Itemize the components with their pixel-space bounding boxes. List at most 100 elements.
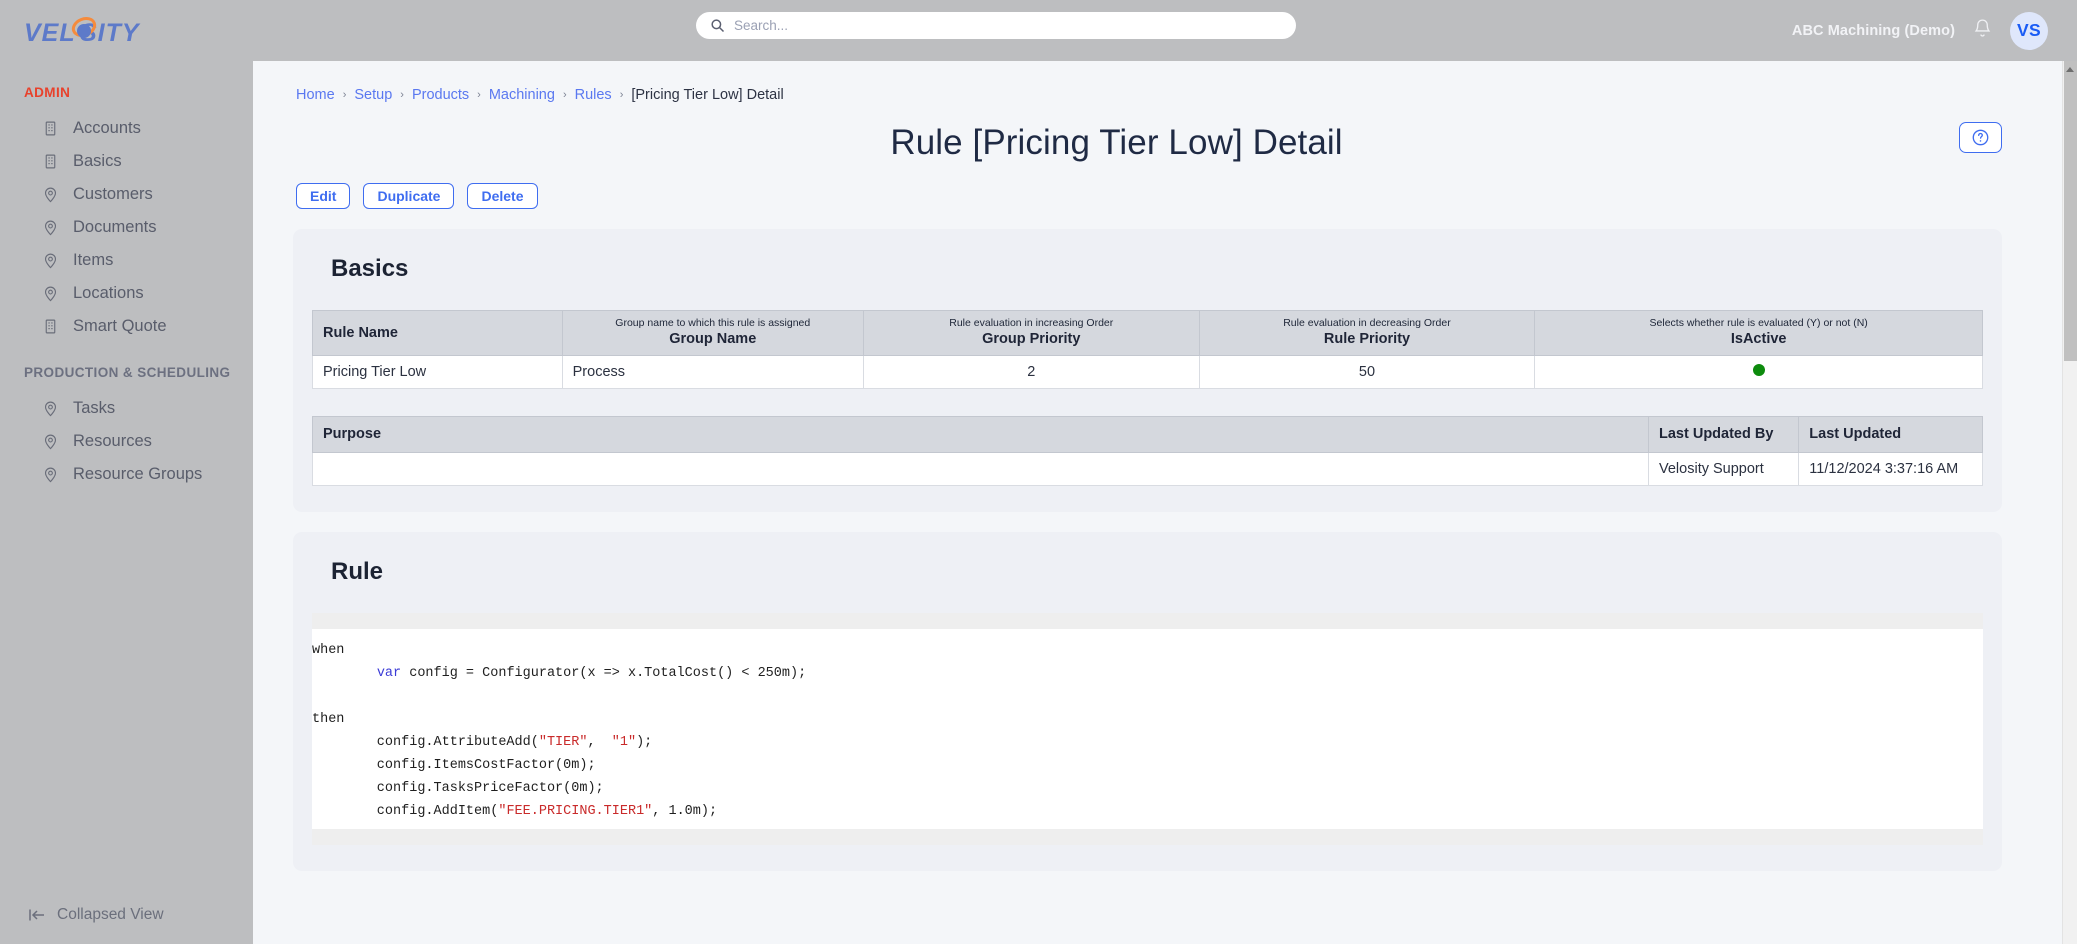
breadcrumb-link-machining[interactable]: Machining: [489, 87, 555, 103]
avatar[interactable]: VS: [2010, 11, 2048, 50]
cell-last-updated: 11/12/2024 3:37:16 AM: [1798, 452, 1983, 486]
basics-section-title: Basics: [331, 255, 409, 282]
velosity-logo-icon: VEL SITY: [24, 16, 140, 47]
sidebar-item-basics[interactable]: Basics: [0, 145, 253, 178]
edit-button[interactable]: Edit: [296, 183, 351, 209]
notifications-button[interactable]: [1973, 18, 1992, 44]
breadcrumb-separator: ›: [342, 89, 347, 101]
sidebar-item-label: Locations: [73, 284, 144, 302]
code-token: then: [312, 712, 345, 727]
sidebar-item-label: Tasks: [73, 399, 116, 417]
location-pin-icon: [44, 187, 57, 203]
code-token: config.ItemsCostFactor(0m);: [312, 758, 596, 773]
column-name: Rule Priority: [1323, 331, 1411, 347]
code-line: config.AttributeAdd("TIER", "1");: [312, 731, 1983, 754]
location-pin-icon: [44, 467, 57, 483]
sidebar-item-tasks[interactable]: Tasks: [0, 392, 253, 425]
location-pin-icon: [44, 401, 57, 417]
code-token: config.AttributeAdd(: [312, 735, 539, 750]
code-token: , 1.0m);: [652, 804, 718, 819]
sidebar-item-resource-groups[interactable]: Resource Groups: [0, 458, 253, 491]
table-row[interactable]: Pricing Tier Low Process 2 50: [312, 355, 1983, 389]
table-row[interactable]: Velosity Support 11/12/2024 3:37:16 AM: [312, 452, 1983, 486]
code-token: config.AddItem(: [312, 804, 499, 819]
title-row: Rule [Pricing Tier Low] Detail: [293, 117, 2002, 169]
sidebar-item-label: Resources: [73, 432, 152, 450]
breadcrumb-separator: ›: [477, 89, 481, 101]
column-rule-name: Rule Name: [312, 310, 563, 356]
sidebar-item-label: Accounts: [73, 119, 141, 137]
breadcrumb-link-products[interactable]: Products: [412, 87, 469, 103]
sidebar-group-label-production: PRODUCTION & SCHEDULING: [24, 365, 231, 380]
column-desc: Selects whether rule is evaluated (Y) or…: [1649, 317, 1868, 329]
rule-panel: Rule when var config = Configurator(x =>…: [293, 532, 2002, 871]
cell-group-priority: 2: [862, 355, 1200, 389]
column-name: Last Updated: [1809, 426, 1902, 442]
column-desc: Rule evaluation in decreasing Order: [1283, 317, 1451, 329]
column-name: Last Updated By: [1659, 426, 1774, 442]
column-last-updated: Last Updated: [1798, 416, 1983, 453]
building-icon: [45, 319, 56, 334]
search-icon: [711, 19, 725, 33]
column-rule-priority: Rule evaluation in decreasing Order Rule…: [1198, 310, 1536, 356]
question-circle-icon: [1972, 129, 1989, 146]
scrollbar-thumb[interactable]: [2064, 61, 2077, 361]
sidebar-item-locations[interactable]: Locations: [0, 277, 253, 310]
cell-is-active: [1534, 355, 1983, 389]
collapse-view-toggle[interactable]: Collapsed View: [0, 906, 253, 944]
brand-logo[interactable]: VEL SITY: [0, 0, 253, 61]
breadcrumb-current: [Pricing Tier Low] Detail: [631, 87, 784, 103]
breadcrumb-link-setup[interactable]: Setup: [354, 87, 392, 103]
collapse-view-label: Collapsed View: [57, 906, 164, 923]
sidebar: VEL SITY ADMIN Accounts Basics Customers: [0, 0, 253, 944]
code-line: var config = Configurator(x => x.TotalCo…: [312, 662, 1983, 685]
breadcrumb-link-rules[interactable]: Rules: [575, 87, 612, 103]
delete-button[interactable]: Delete: [467, 183, 538, 209]
basics-main-table: Rule Name Group name to which this rule …: [312, 310, 1983, 389]
code-token: );: [636, 735, 653, 750]
building-icon: [45, 121, 56, 136]
breadcrumb-separator: ›: [562, 89, 567, 101]
code-top-strip: [312, 613, 1983, 629]
column-is-active: Selects whether rule is evaluated (Y) or…: [1534, 310, 1983, 356]
vertical-scrollbar[interactable]: [2062, 61, 2077, 944]
sidebar-item-accounts[interactable]: Accounts: [0, 112, 253, 145]
sidebar-item-items[interactable]: Items: [0, 244, 253, 277]
sidebar-item-smart-quote[interactable]: Smart Quote: [0, 310, 253, 343]
cell-group-name: Process: [561, 355, 864, 389]
code-token: config.TasksPriceFactor(0m);: [312, 781, 604, 796]
sidebar-item-label: Smart Quote: [73, 317, 167, 335]
location-pin-icon: [44, 286, 57, 302]
search-input[interactable]: [734, 18, 1282, 33]
duplicate-button[interactable]: Duplicate: [363, 183, 455, 209]
column-desc: Group name to which this rule is assigne…: [615, 317, 811, 329]
sidebar-item-label: Documents: [73, 218, 157, 236]
organization-name: ABC Machining (Demo): [1791, 22, 1955, 39]
sidebar-item-customers[interactable]: Customers: [0, 178, 253, 211]
rule-code-block[interactable]: when var config = Configurator(x => x.To…: [312, 613, 1983, 845]
sidebar-item-label: Items: [73, 251, 114, 269]
table-body: Pricing Tier Low Process 2 50: [312, 355, 1983, 389]
code-line: then: [312, 708, 1983, 731]
code-token: config = Configurator(x => x.TotalCost()…: [401, 666, 807, 681]
global-search[interactable]: [696, 12, 1296, 39]
content-scroll-area: Home › Setup › Products › Machining › Ru…: [253, 61, 2077, 944]
basics-panel: Basics Rule Name Group name to which thi…: [293, 229, 2002, 512]
column-name: Group Priority: [982, 331, 1081, 347]
breadcrumb-link-home[interactable]: Home: [296, 87, 335, 103]
status-badge-active: [1752, 364, 1765, 376]
column-group-priority: Rule evaluation in increasing Order Grou…: [862, 310, 1200, 356]
scroll-up-arrow-icon[interactable]: [2066, 67, 2074, 72]
app-root: VEL SITY ADMIN Accounts Basics Customers: [0, 0, 2077, 944]
collapse-left-icon: [29, 909, 44, 921]
sidebar-item-resources[interactable]: Resources: [0, 425, 253, 458]
help-button[interactable]: [1959, 122, 2002, 153]
sidebar-item-documents[interactable]: Documents: [0, 211, 253, 244]
column-name: IsActive: [1730, 331, 1787, 347]
sidebar-item-label: Basics: [73, 152, 122, 170]
rule-section-title: Rule: [331, 558, 384, 585]
code-token: "1": [611, 735, 637, 750]
sidebar-item-label: Customers: [73, 185, 153, 203]
